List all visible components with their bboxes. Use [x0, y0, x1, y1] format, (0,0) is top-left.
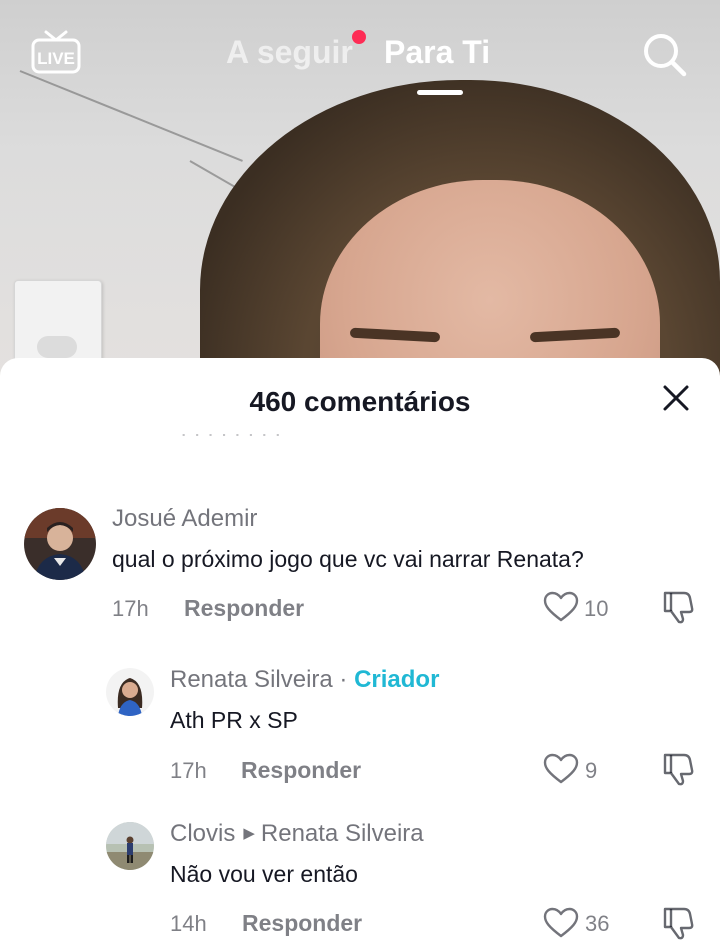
- comment-time: 17h: [112, 596, 149, 621]
- top-bar: LIVE A seguir Para Ti: [0, 0, 720, 110]
- reply-button[interactable]: Responder: [241, 757, 361, 784]
- live-label: LIVE: [37, 49, 75, 68]
- comments-count-title: 460 comentários: [249, 386, 471, 417]
- username-text[interactable]: Renata Silveira: [170, 666, 333, 693]
- creator-badge: Criador: [354, 666, 440, 693]
- active-tab-indicator: [417, 90, 463, 95]
- comment-username[interactable]: Renata Silveira · Criador: [170, 666, 439, 694]
- comment-time: 17h: [170, 758, 207, 783]
- comment-text: Ath PR x SP: [170, 707, 298, 733]
- heart-icon[interactable]: [543, 591, 579, 623]
- reply-to-username[interactable]: Renata Silveira: [261, 820, 424, 847]
- avatar[interactable]: [106, 822, 154, 870]
- like-count: 9: [585, 758, 598, 783]
- reply-button[interactable]: Responder: [184, 595, 304, 622]
- dislike-icon[interactable]: [659, 751, 695, 787]
- reply-arrow-icon: ▶: [243, 825, 255, 842]
- reply-button[interactable]: Responder: [242, 910, 362, 937]
- close-icon[interactable]: [662, 384, 690, 412]
- comment-time: 14h: [170, 911, 207, 936]
- heart-icon[interactable]: [543, 753, 579, 785]
- live-icon[interactable]: LIVE: [30, 28, 82, 76]
- comment-username[interactable]: Clovis ▶ Renata Silveira: [170, 820, 424, 848]
- avatar[interactable]: [106, 668, 154, 716]
- dislike-icon[interactable]: [659, 905, 695, 941]
- dislike-icon[interactable]: [659, 589, 695, 625]
- like-count: 10: [584, 596, 609, 621]
- wall-outlet: [14, 280, 102, 370]
- notification-dot: [352, 30, 366, 44]
- heart-icon[interactable]: [543, 907, 579, 939]
- comment-text: qual o próximo jogo que vc vai narrar Re…: [112, 546, 584, 572]
- comment-text: Não vou ver então: [170, 861, 358, 887]
- like-count: 36: [585, 911, 610, 936]
- avatar[interactable]: [24, 508, 96, 580]
- comment-username[interactable]: Josué Ademir: [112, 505, 257, 533]
- tab-for-you[interactable]: Para Ti: [384, 34, 490, 71]
- badge-separator: ·: [332, 666, 355, 693]
- tab-following[interactable]: A seguir: [226, 34, 353, 71]
- username-text[interactable]: Clovis: [170, 820, 235, 847]
- faded-text: · · · · · · · ·: [180, 434, 370, 448]
- search-icon[interactable]: [640, 30, 688, 78]
